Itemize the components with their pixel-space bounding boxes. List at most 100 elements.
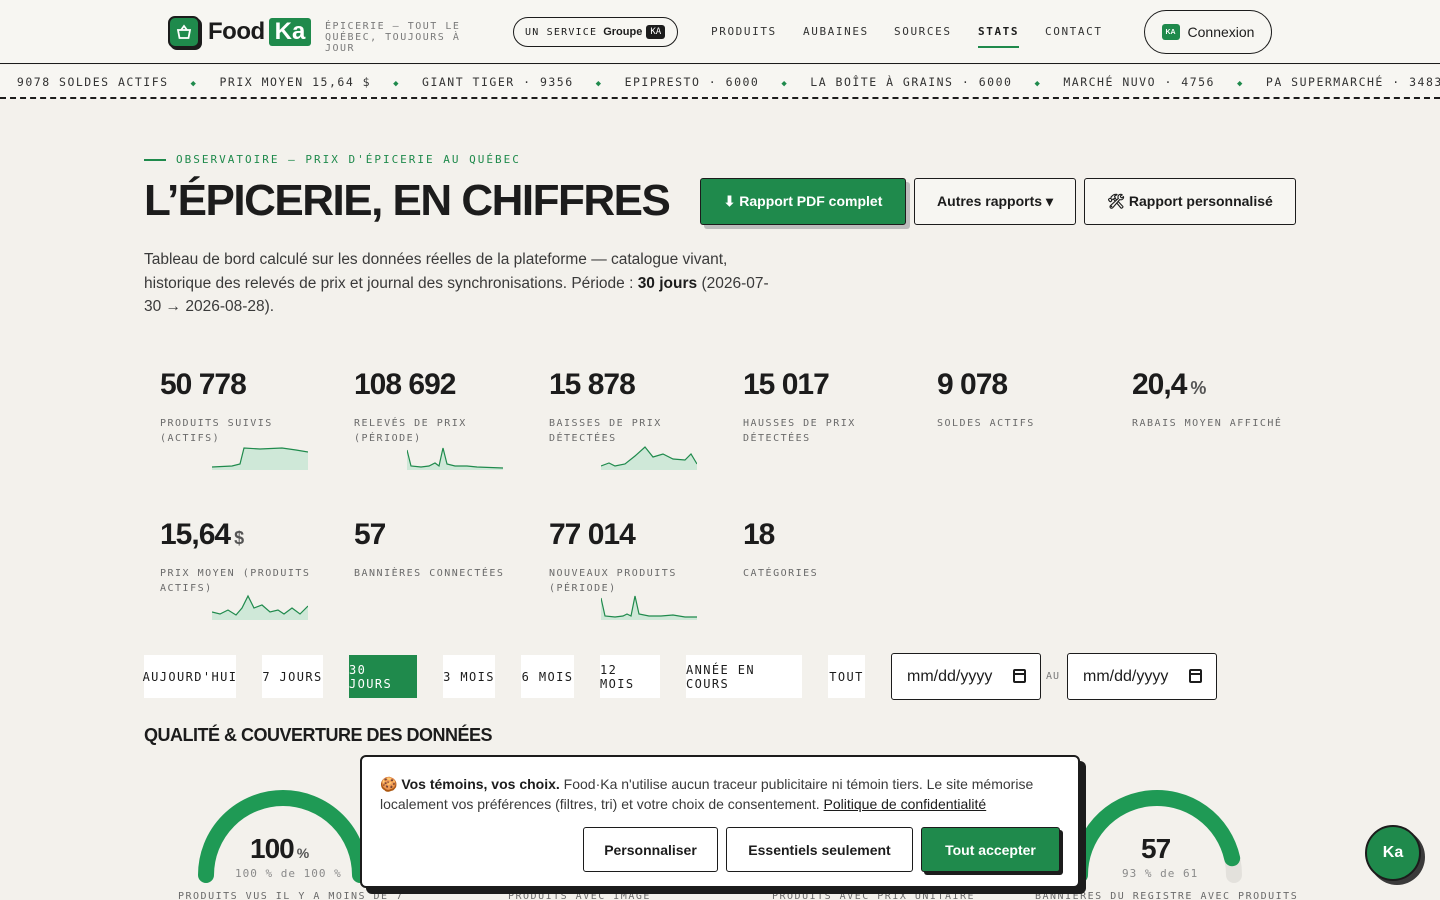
service-badge[interactable]: UN SERVICE Groupe KA	[513, 17, 678, 47]
logo-food-text: Food	[208, 18, 265, 45]
gauge-fresh-value: 100%	[250, 833, 309, 864]
nav-aubaines[interactable]: AUBAINES	[803, 25, 869, 38]
login-label: Connexion	[1187, 24, 1255, 40]
period-3-months[interactable]: 3 MOIS	[443, 655, 495, 698]
date-to-placeholder: mm/dd/yyyy	[1083, 667, 1169, 685]
ticker-separator-icon: ◆	[781, 79, 789, 89]
period-7-days[interactable]: 7 JOURS	[262, 655, 323, 698]
ticker-item: MARCHÉ NUVO · 4756	[1063, 75, 1215, 89]
cookie-accept-button[interactable]: Tout accepter	[921, 827, 1060, 872]
basket-icon	[168, 16, 200, 48]
stat-card: 50 778 PRODUITS SUIVIS (ACTIFS)	[160, 368, 340, 446]
ticker-separator-icon: ◆	[393, 79, 401, 89]
calendar-icon	[1189, 669, 1202, 683]
gauge-banners-value: 57	[1141, 833, 1171, 864]
stat-value: 108 692	[354, 368, 456, 401]
period-current-year[interactable]: ANNÉE EN COURS	[686, 655, 802, 698]
ka-mini-icon: KA	[1161, 24, 1180, 40]
nav-contact[interactable]: CONTACT	[1045, 25, 1103, 38]
nav-stats[interactable]: STATS	[978, 25, 1020, 48]
stat-card: 77 014 NOUVEAUX PRODUITS (PÉRIODE)	[549, 518, 729, 596]
stat-unit: $	[234, 528, 244, 548]
eyebrow: OBSERVATOIRE — PRIX D'ÉPICERIE AU QUÉBEC	[144, 153, 521, 166]
gauge-unit-price-label: PRODUITS AVEC PRIX UNITAIRE	[772, 891, 976, 900]
gauge-banners-label: BANNIÈRES DU REGISTRE AVEC PRODUITS	[1035, 891, 1299, 900]
stat-label: CATÉGORIES	[743, 568, 819, 579]
sparkline-produits	[212, 447, 308, 470]
site-header: Food Ka ÉPICERIE — TOUT LE QUÉBEC, TOUJO…	[0, 0, 1440, 64]
privacy-policy-link[interactable]: Politique de confidentialité	[824, 796, 987, 812]
stat-value: 18	[743, 518, 775, 551]
stat-label: HAUSSES DE PRIX DÉTECTÉES	[743, 418, 856, 444]
stat-card: 15 878 BAISSES DE PRIX DÉTECTÉES	[549, 368, 729, 446]
cookie-icon: 🍪	[380, 776, 398, 792]
sparkline-prix-moyen	[212, 594, 308, 620]
nav-produits[interactable]: PRODUITS	[711, 25, 777, 38]
ticker-item: PRIX MOYEN 15,64 $	[219, 75, 372, 89]
gauge-banners-sub: 93 % de 61	[1122, 867, 1199, 880]
ticker-item: LA BOÎTE À GRAINS · 6000	[810, 75, 1013, 89]
ticker-separator-icon: ◆	[1034, 79, 1042, 89]
date-from-input[interactable]: mm/dd/yyyy	[891, 653, 1041, 700]
logo-ka-text: Ka	[268, 18, 312, 46]
sparkline-releves	[407, 447, 503, 470]
sparkline-nouveaux	[601, 595, 697, 620]
cookie-essential-button[interactable]: Essentiels seulement	[726, 827, 913, 872]
chat-fab-button[interactable]: Ka	[1365, 825, 1421, 881]
stat-value: 15 017	[743, 368, 830, 401]
ticker-separator-icon: ◆	[190, 79, 198, 89]
ticker-item: PA SUPERMARCHÉ · 3483	[1265, 75, 1440, 89]
service-ka-badge: KA	[646, 25, 666, 39]
date-to-input[interactable]: mm/dd/yyyy	[1067, 653, 1217, 700]
logo[interactable]: Food Ka	[168, 16, 312, 48]
other-reports-button[interactable]: Autres rapports ▾	[914, 178, 1076, 225]
period-today[interactable]: AUJOURD'HUI	[143, 655, 236, 698]
stat-card: 57 BANNIÈRES CONNECTÉES	[354, 518, 534, 581]
calendar-icon	[1013, 669, 1026, 683]
service-groupe: Groupe	[603, 26, 643, 38]
stat-card: 108 692 RELEVÉS DE PRIX (PÉRIODE)	[354, 368, 534, 446]
ticker-item: GIANT TIGER · 9356	[422, 75, 574, 89]
stat-value: 15,64 $	[160, 518, 244, 551]
gauge-fresh-label: PRODUITS VUS IL Y A MOINS DE 7	[178, 891, 404, 900]
period-all[interactable]: TOUT	[828, 655, 865, 698]
date-from-placeholder: mm/dd/yyyy	[907, 667, 993, 685]
stat-card: 15 017 HAUSSES DE PRIX DÉTECTÉES	[743, 368, 923, 446]
stat-value: 50 778	[160, 368, 247, 401]
stat-value: 57	[354, 518, 386, 551]
stats-ticker: ◆ 9078 SOLDES ACTIFS ◆ PRIX MOYEN 15,64 $ ◆ G…	[0, 65, 1440, 99]
stat-value: 20,4%	[1132, 368, 1206, 401]
sparkline-baisses	[601, 446, 697, 470]
stat-value: 9 078	[937, 368, 1008, 401]
stat-card: 18 CATÉGORIES	[743, 518, 923, 581]
ticker-item: 9078 SOLDES ACTIFS	[16, 75, 169, 89]
cookie-banner: 🍪 Vos témoins, vos choix. Food·Ka n'util…	[360, 755, 1080, 888]
tagline: ÉPICERIE — TOUT LE QUÉBEC, TOUJOURS À JO…	[325, 21, 461, 54]
date-separator: AU	[1046, 671, 1061, 682]
nav-sources[interactable]: SOURCES	[894, 25, 952, 38]
pdf-report-button[interactable]: ⬇ Rapport PDF complet	[700, 178, 906, 225]
stat-unit: %	[1190, 378, 1206, 398]
page-title: L’ÉPICERIE, EN CHIFFRES	[144, 176, 671, 225]
cookie-text: 🍪 Vos témoins, vos choix. Food·Ka n'util…	[380, 774, 1060, 814]
stat-card: 20,4% RABAIS MOYEN AFFICHÉ	[1132, 368, 1312, 431]
period-6-months[interactable]: 6 MOIS	[521, 655, 574, 698]
stat-card: 15,64 $ PRIX MOYEN (PRODUITS ACTIFS)	[160, 518, 340, 596]
gauge-fresh-sub: 100 % de 100 %	[235, 867, 342, 880]
service-prefix: UN SERVICE	[525, 26, 598, 38]
stat-label: BANNIÈRES CONNECTÉES	[354, 568, 505, 579]
desc-period: 30 jours	[637, 274, 698, 292]
custom-report-button[interactable]: 🛠 Rapport personnalisé	[1084, 178, 1296, 225]
stat-label: SOLDES ACTIFS	[937, 418, 1035, 429]
ticker-separator-icon: ◆	[595, 79, 603, 89]
stat-card: 9 078 SOLDES ACTIFS	[937, 368, 1117, 431]
ticker-item: EPIPRESTO · 6000	[624, 75, 760, 89]
login-button[interactable]: KA Connexion	[1144, 10, 1272, 54]
stat-label: RABAIS MOYEN AFFICHÉ	[1132, 418, 1283, 429]
gauge-image-label: PRODUITS AVEC IMAGE	[508, 891, 651, 900]
period-30-days[interactable]: 30 JOURS	[349, 655, 417, 698]
cookie-customize-button[interactable]: Personnaliser	[583, 827, 718, 872]
stat-value: 77 014	[549, 518, 636, 551]
ticker-separator-icon: ◆	[1236, 79, 1244, 89]
period-12-months[interactable]: 12 MOIS	[600, 655, 660, 698]
